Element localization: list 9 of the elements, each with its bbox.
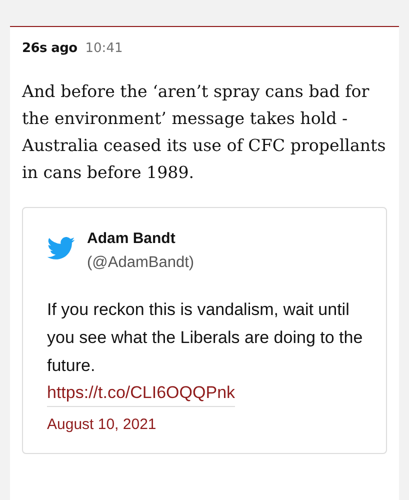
tweet-text: If you reckon this is vandalism, wait until you see what the Liberals are doing to the future. xyxy=(47,299,364,377)
tweet-date[interactable]: August 10, 2021 xyxy=(47,416,366,433)
author-name: Adam Bandt xyxy=(87,230,176,247)
post-text: And before the ‘aren’t spray cans bad for the environment’ message takes hold - Australia ceased its use of CFC propellants in cans before 1989. xyxy=(22,81,387,184)
bird-icon xyxy=(47,237,75,260)
author-handle: (@AdamBandt) xyxy=(87,254,194,272)
tweet-link[interactable]: https://t.co/CLI6OQQPnk xyxy=(47,380,236,407)
relative-time: 26s ago xyxy=(22,41,78,56)
post-time: 10:41 xyxy=(85,41,123,56)
